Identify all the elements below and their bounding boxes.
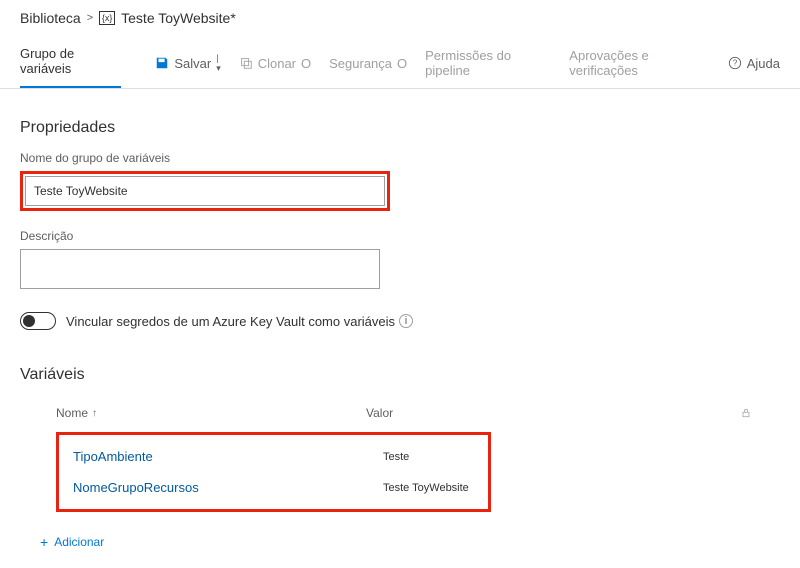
plus-icon: +: [40, 534, 48, 550]
variable-group-name-input[interactable]: [25, 176, 385, 206]
clone-icon: [239, 56, 253, 70]
variable-name[interactable]: TipoAmbiente: [73, 449, 383, 464]
variable-name[interactable]: NomeGrupoRecursos: [73, 480, 383, 495]
chevron-down-icon: |▾: [216, 53, 221, 74]
column-value[interactable]: Valor: [366, 406, 740, 420]
breadcrumb-root[interactable]: Biblioteca: [20, 10, 81, 26]
svg-text:?: ?: [733, 59, 738, 68]
info-icon[interactable]: i: [399, 314, 413, 328]
variable-value[interactable]: Teste: [383, 451, 488, 463]
pipeline-permissions-button[interactable]: Permissões do pipeline: [423, 42, 553, 84]
save-button[interactable]: Salvar |▾: [153, 47, 222, 80]
tab-variable-group[interactable]: Grupo de variáveis: [20, 38, 121, 88]
table-row[interactable]: NomeGrupoRecursos Teste ToyWebsite: [59, 472, 488, 503]
tabs: Grupo de variáveis: [20, 38, 139, 88]
variable-group-icon: {x}: [99, 11, 115, 25]
save-icon: [155, 56, 169, 70]
add-variable-button[interactable]: + Adicionar: [40, 534, 104, 550]
help-icon: ?: [728, 56, 742, 70]
toggle-knob: [23, 315, 35, 327]
properties-heading: Propriedades: [20, 119, 780, 137]
column-lock: [740, 407, 780, 419]
description-input[interactable]: [20, 249, 380, 289]
chevron-right-icon: >: [87, 12, 93, 24]
name-label: Nome do grupo de variáveis: [20, 151, 780, 165]
approvals-button[interactable]: Aprovações e verificações: [567, 42, 713, 84]
toolbar: Grupo de variáveis Salvar |▾ Clonar O Se…: [0, 32, 800, 89]
highlight-variable-rows: TipoAmbiente Teste NomeGrupoRecursos Tes…: [56, 432, 491, 512]
variables-table-header: Nome ↑ Valor: [20, 398, 780, 428]
keyvault-toggle-label: Vincular segredos de um Azure Key Vault …: [66, 314, 413, 329]
keyvault-toggle[interactable]: [20, 312, 56, 330]
variable-value[interactable]: Teste ToyWebsite: [383, 482, 488, 494]
variables-heading: Variáveis: [20, 366, 780, 384]
help-button[interactable]: ? Ajuda: [728, 56, 780, 71]
breadcrumb-title: Teste ToyWebsite*: [121, 10, 236, 26]
table-row[interactable]: TipoAmbiente Teste: [59, 441, 488, 472]
description-label: Descrição: [20, 229, 780, 243]
security-button[interactable]: Segurança O: [327, 50, 409, 77]
sort-ascending-icon: ↑: [92, 408, 97, 419]
lock-icon: [740, 407, 752, 419]
column-name[interactable]: Nome ↑: [56, 406, 366, 420]
highlight-name-field: [20, 171, 390, 211]
breadcrumb: Biblioteca > {x} Teste ToyWebsite*: [0, 0, 800, 32]
clone-button[interactable]: Clonar O: [237, 50, 313, 77]
